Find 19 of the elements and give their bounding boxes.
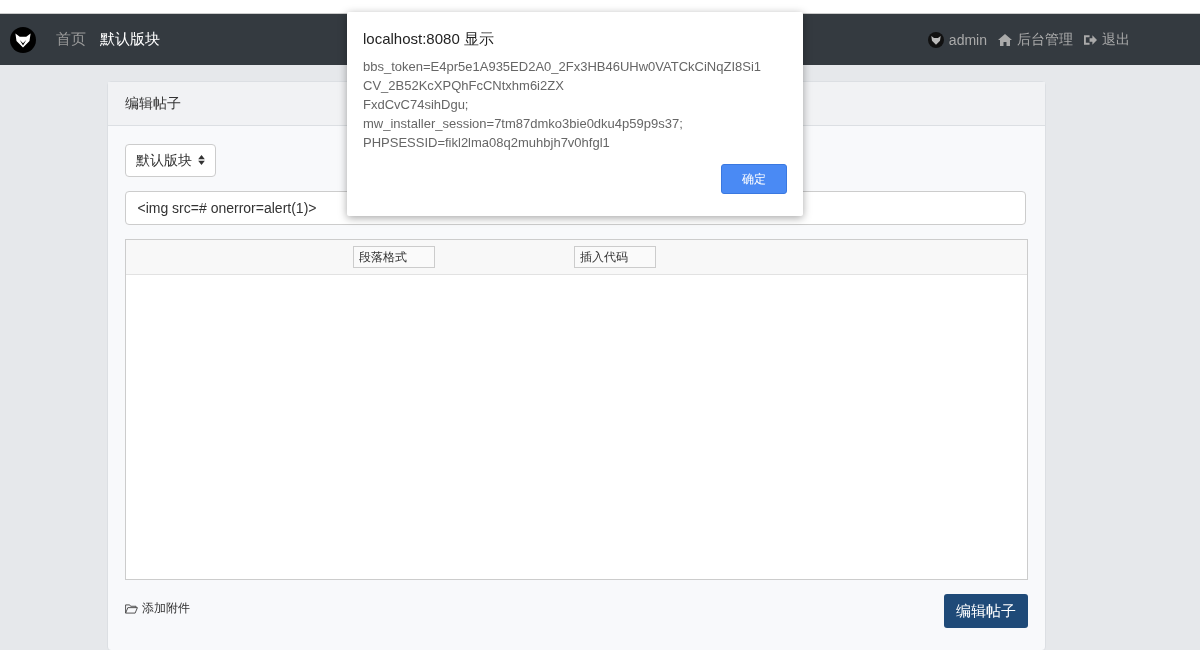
dialog-title: localhost:8080 显示 xyxy=(363,30,495,49)
logout-link[interactable]: 退出 xyxy=(1102,30,1130,49)
folder-icon xyxy=(124,603,138,614)
dialog-message: bbs_token=E4pr5e1A935ED2A0_2Fx3HB46UHw0VATCkCiNqZI8Si1 CV_2B52KcXPQhFcCNtxhm6i2ZX FxdCvC74sihDgu; mw_installer_session=7tm87dmko3bie0dku4p59p9s37; PHPSESSID=fikl2lma08q2muhbjh7v0hfgl1 xyxy=(363,58,763,152)
admin-link[interactable]: 后台管理 xyxy=(1017,30,1073,49)
toolbar-button[interactable]: 段落格式 xyxy=(352,246,435,268)
horned-mask-avatar-icon xyxy=(927,31,944,48)
sort-caret-icon xyxy=(198,154,206,165)
horned-mask-logo-icon[interactable] xyxy=(10,26,36,53)
home-icon xyxy=(998,33,1012,46)
nav-link[interactable]: 首页 xyxy=(56,30,86,49)
nav-link[interactable]: 默认版块 xyxy=(100,30,160,49)
toolbar-button[interactable]: 插入代码 xyxy=(573,246,656,268)
sign-out-icon xyxy=(1084,33,1097,46)
submit-button[interactable]: 编辑帖子 xyxy=(943,594,1028,628)
forum-select[interactable]: 默认版块 xyxy=(124,144,217,177)
attach-link[interactable]: 添加附件 xyxy=(124,600,190,617)
card-title: 编辑帖子 xyxy=(124,94,181,113)
user-link[interactable]: admin xyxy=(948,31,987,48)
